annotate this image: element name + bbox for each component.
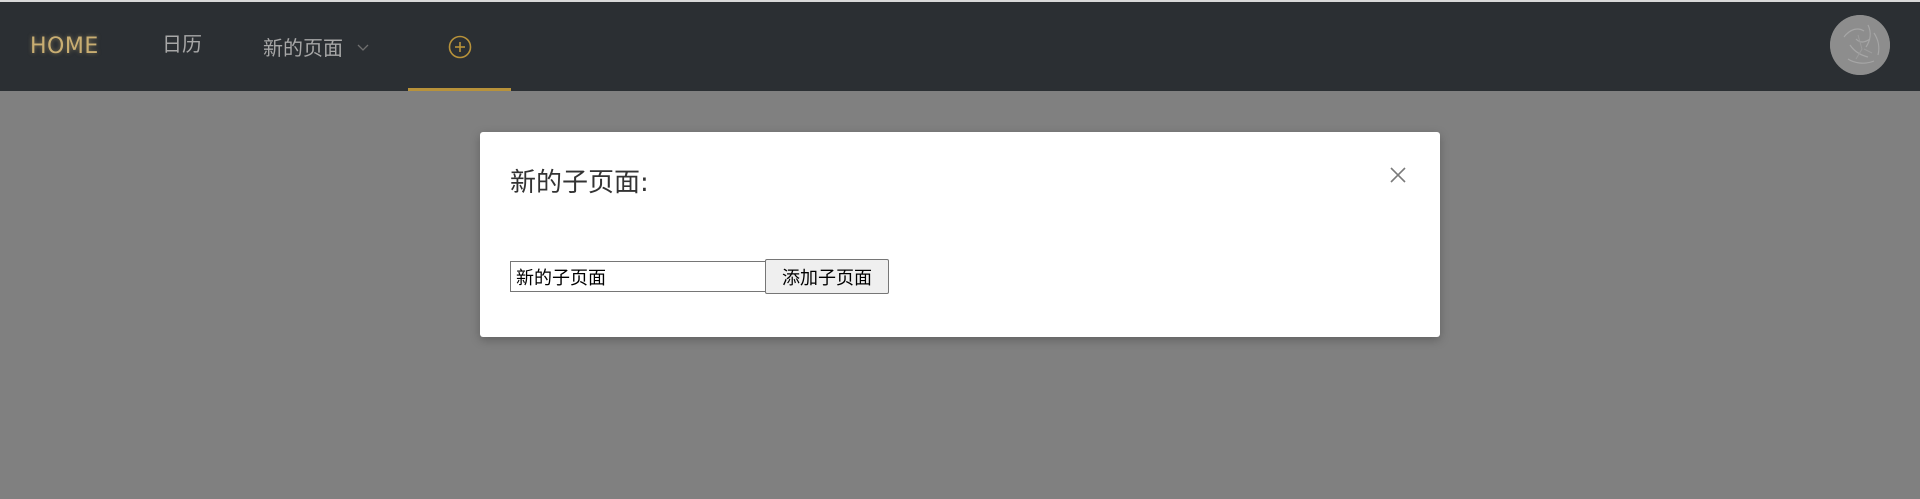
subpage-name-input[interactable] xyxy=(510,261,766,292)
nav-newpage-dropdown[interactable]: 新的页面 xyxy=(263,2,369,91)
nav-newpage-label: 新的页面 xyxy=(263,36,343,60)
add-subpage-modal: 新的子页面: 添加子页面 xyxy=(480,132,1440,337)
nav-add-page-tab[interactable] xyxy=(408,2,511,91)
avatar-icon xyxy=(1830,15,1890,75)
nav-calendar-link[interactable]: 日历 xyxy=(162,0,202,87)
user-avatar[interactable] xyxy=(1830,15,1890,75)
nav-home-link[interactable]: HOME xyxy=(30,2,99,91)
active-tab-indicator xyxy=(408,88,511,91)
plus-circle-icon xyxy=(448,35,471,58)
close-icon[interactable] xyxy=(1388,165,1408,185)
nav-calendar-label: 日历 xyxy=(162,32,202,56)
top-navigation-bar: HOME 日历 新的页面 xyxy=(0,0,1920,91)
add-subpage-button[interactable]: 添加子页面 xyxy=(765,259,889,294)
chevron-down-icon xyxy=(357,44,369,51)
modal-title: 新的子页面: xyxy=(510,168,649,198)
nav-home-label: HOME xyxy=(30,34,99,59)
